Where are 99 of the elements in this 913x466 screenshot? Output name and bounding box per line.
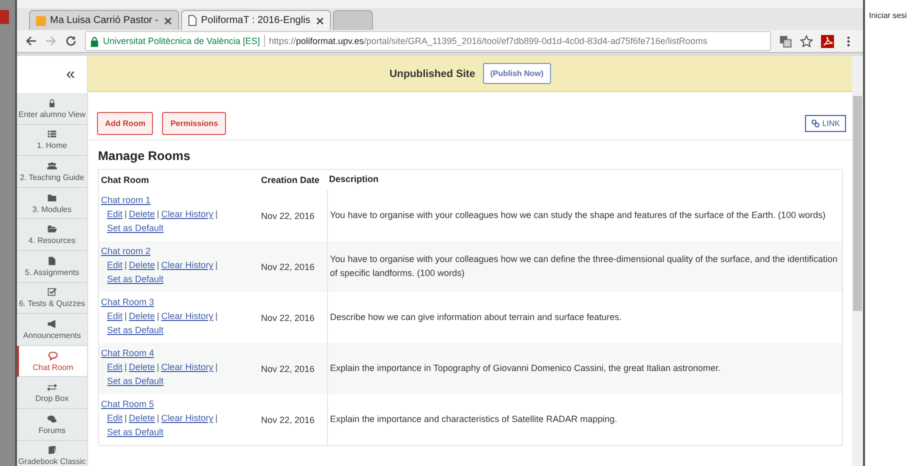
separator: |	[156, 208, 160, 222]
room-action-link[interactable]: Clear History	[161, 259, 214, 273]
room-action-link[interactable]: Delete	[128, 412, 155, 426]
browser-tab[interactable]: PoliformaT : 2016-Englis	[181, 10, 331, 30]
lock-icon	[47, 98, 57, 108]
sidebar-item[interactable]: Gradebook Classic	[17, 440, 87, 466]
room-action-link[interactable]: Set as Default	[107, 324, 164, 338]
room-action-link[interactable]: Delete	[128, 259, 155, 273]
sidebar-item[interactable]: Drop Box	[17, 377, 87, 409]
link-button[interactable]: LINK	[805, 115, 846, 132]
room-action-link[interactable]: Delete	[128, 361, 155, 375]
room-link[interactable]: Chat Room 3	[101, 297, 259, 308]
separator: |	[124, 208, 127, 222]
date-cell-text: Nov 22, 2016	[260, 362, 316, 376]
sidebar-item[interactable]: 6. Tests & Quizzes	[17, 282, 87, 314]
pdf-extension-icon[interactable]	[821, 34, 834, 48]
tab-title: PoliformaT : 2016-Englis	[201, 15, 312, 26]
address-bar[interactable]: Universitat Politècnica de València [ES] https://poliformat.upv.es/portal/site/GRA_11395_2016/tool/ef7db899-0d1d-4c0d-83d4-ad75f6fe716e/listRooms	[85, 31, 771, 51]
browser-tab[interactable]: Ma Luisa Carrió Pastor -	[29, 10, 179, 30]
date-cell-text: Nov 22, 2016	[260, 210, 316, 222]
column-header: Description	[328, 173, 380, 186]
column-header: Creation Date	[260, 175, 321, 185]
room-action-link[interactable]: Delete	[128, 310, 155, 324]
room-action-link[interactable]: Edit	[107, 310, 123, 324]
room-action-link[interactable]: Edit	[107, 361, 123, 375]
sign-in-text[interactable]: Iniciar sesi	[869, 11, 907, 20]
close-icon[interactable]	[316, 16, 324, 24]
room-action-link[interactable]: Edit	[107, 208, 123, 222]
separator: |	[215, 310, 218, 324]
room-action-link[interactable]: Clear History	[161, 310, 214, 324]
collapse-sidebar-button[interactable]: «	[17, 56, 87, 93]
sidebar-item[interactable]: 4. Resources	[17, 219, 87, 251]
sidebar-item[interactable]: 2. Teaching Guide	[17, 156, 87, 188]
close-icon[interactable]	[164, 16, 172, 24]
room-action-link[interactable]: Clear History	[161, 361, 214, 375]
calendar-favicon-icon	[36, 16, 46, 26]
room-action-link[interactable]: Set as Default	[107, 222, 164, 236]
checkbox-icon	[47, 287, 57, 298]
reload-icon[interactable]	[65, 35, 77, 47]
speech-bubbles-icon	[47, 414, 57, 424]
folder-icon	[47, 192, 57, 203]
separator: |	[215, 412, 218, 426]
separator: |	[124, 310, 127, 324]
banner-text: Unpublished Site	[389, 68, 476, 80]
room-action-link[interactable]: Set as Default	[107, 426, 164, 440]
separator: |	[215, 208, 218, 222]
separator: |	[215, 361, 218, 374]
sidebar-item[interactable]: Forums	[17, 408, 87, 441]
date-cell-text: Nov 22, 2016	[260, 260, 316, 274]
separator: |	[215, 259, 218, 272]
sidebar-item[interactable]: 3. Modules	[17, 188, 87, 220]
separator: |	[156, 412, 160, 426]
arrows-icon	[47, 382, 57, 392]
sidebar-item[interactable]: Chat Room	[17, 346, 87, 378]
separator: |	[124, 361, 127, 374]
room-action-link[interactable]: Set as Default	[107, 375, 164, 389]
site-identity: Universitat Politècnica de València [ES]	[103, 36, 260, 46]
separator: |	[156, 361, 160, 374]
open-folder-icon	[47, 224, 57, 234]
description-cell: Explain the importance in Topography of Giovanni Domenico Cassini, the great Italian astronomer.	[327, 343, 842, 394]
tab-title: Ma Luisa Carrió Pastor -	[50, 15, 160, 26]
separator: |	[156, 259, 160, 272]
room-action-link[interactable]: Delete	[128, 208, 155, 222]
separator: |	[156, 310, 160, 324]
room-action-link[interactable]: Edit	[107, 259, 123, 273]
room-link[interactable]: Chat room 1	[101, 195, 259, 206]
list-icon	[47, 129, 57, 140]
sidebar-item[interactable]: Enter alumno View	[17, 93, 87, 125]
url-text: https://poliformat.upv.es/portal/site/GRA_11395_2016/tool/ef7db899-0d1d-4c0d-83d4-ad75f6fe716e/listRooms	[268, 36, 708, 46]
date-cell-text: Nov 22, 2016	[260, 414, 316, 426]
toolbar-button[interactable]: Add Room	[97, 112, 154, 135]
date-cell-text: Nov 22, 2016	[260, 312, 316, 324]
back-icon[interactable]	[25, 35, 37, 47]
room-action-link[interactable]: Edit	[107, 412, 123, 426]
publish-now-button[interactable]: (Publish Now)	[483, 63, 551, 84]
description-cell: Explain the importance and characteristics of Satellite RADAR mapping.	[327, 394, 842, 445]
room-link[interactable]: Chat room 2	[101, 246, 259, 256]
link-icon	[811, 119, 820, 128]
star-icon[interactable]	[800, 34, 813, 48]
scrollbar[interactable]	[852, 56, 863, 466]
chat-icon	[48, 350, 58, 361]
toolbar-button[interactable]: Permissions	[162, 112, 226, 135]
separator: |	[124, 259, 127, 272]
description-cell: You have to organise with your colleagues how we can define the three-dimensional quality of the surface, and the identification of specific landforms. (100 words)	[327, 241, 842, 292]
column-header: Chat Room	[100, 175, 150, 185]
separator: |	[124, 412, 127, 426]
people-icon	[47, 160, 57, 171]
room-action-link[interactable]: Clear History	[161, 208, 214, 222]
sidebar-item[interactable]: 5. Assignments	[17, 250, 87, 283]
page-heading: Manage Rooms	[98, 149, 192, 163]
room-action-link[interactable]: Clear History	[161, 412, 214, 426]
page-icon	[188, 15, 197, 26]
lock-icon	[90, 36, 99, 46]
document-icon	[47, 256, 57, 266]
sidebar-item[interactable]: 1. Home	[17, 124, 87, 156]
room-link[interactable]: Chat Room 4	[101, 348, 259, 358]
megaphone-icon	[47, 318, 57, 329]
room-link[interactable]: Chat Room 5	[101, 399, 259, 410]
room-action-link[interactable]: Set as Default	[107, 273, 164, 287]
